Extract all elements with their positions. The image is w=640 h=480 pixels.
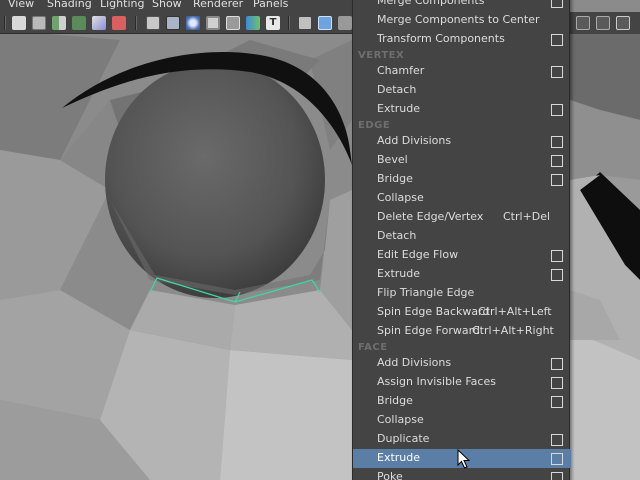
menu-item-add-divisions-edge[interactable]: Add Divisions	[353, 132, 571, 151]
toolbar-separator	[135, 16, 137, 30]
option-box-icon[interactable]	[551, 34, 563, 46]
menu-item-label: Bridge	[377, 172, 413, 185]
layout-single-icon[interactable]	[576, 16, 590, 30]
option-box-icon[interactable]	[551, 250, 563, 262]
menu-item-bridge-edge[interactable]: Bridge	[353, 170, 571, 189]
menu-item-label: Collapse	[377, 413, 424, 426]
menu-view[interactable]: View	[8, 0, 34, 11]
menu-item-label: Merge Components	[377, 0, 485, 7]
menu-item-add-divisions-face[interactable]: Add Divisions	[353, 354, 571, 373]
menu-shading[interactable]: Shading	[47, 0, 92, 11]
smooth-shade-icon[interactable]	[206, 16, 220, 30]
option-box-icon[interactable]	[551, 453, 563, 465]
menu-item-label: Extrude	[377, 102, 421, 115]
option-box-icon[interactable]	[551, 472, 563, 480]
select-camera-icon[interactable]	[12, 16, 26, 30]
menu-item-label: Transform Components	[377, 32, 505, 45]
mouse-cursor-icon	[457, 449, 471, 469]
option-box-icon[interactable]	[551, 104, 563, 116]
2d-pan-zoom-icon[interactable]	[92, 16, 106, 30]
wireframe-icon[interactable]	[186, 16, 200, 30]
option-box-icon[interactable]	[551, 155, 563, 167]
bookmarks-icon[interactable]	[52, 16, 66, 30]
menu-item-detach-vertex[interactable]: Detach	[353, 81, 571, 100]
option-box-icon[interactable]	[551, 377, 563, 389]
menu-item-spin-edge-backward[interactable]: Spin Edge Backward Ctrl+Alt+Left	[353, 303, 571, 322]
menu-show[interactable]: Show	[152, 0, 182, 11]
option-box-icon[interactable]	[551, 174, 563, 186]
menu-item-label: Edit Edge Flow	[377, 248, 459, 261]
menu-item-extrude-vertex[interactable]: Extrude	[353, 100, 571, 119]
menu-item-chamfer[interactable]: Chamfer	[353, 62, 571, 81]
menu-item-label: Duplicate	[377, 432, 430, 445]
option-box-icon[interactable]	[551, 269, 563, 281]
xray-icon[interactable]	[318, 16, 332, 30]
toolbar-separator	[288, 16, 290, 30]
option-box-icon[interactable]	[551, 434, 563, 446]
shortcut-label: Ctrl+Alt+Left	[478, 305, 552, 318]
menu-item-label: Bridge	[377, 394, 413, 407]
panel-toolbar-right	[570, 12, 640, 34]
menu-item-label: Merge Components to Center	[377, 13, 540, 26]
menu-item-flip-triangle-edge[interactable]: Flip Triangle Edge	[353, 284, 571, 303]
menu-item-assign-invisible-faces[interactable]: Assign Invisible Faces	[353, 373, 571, 392]
menu-panels[interactable]: Panels	[253, 0, 288, 11]
shortcut-label: Ctrl+Alt+Right	[472, 324, 554, 337]
menu-item-detach-edge[interactable]: Detach	[353, 227, 571, 246]
camera-attributes-icon[interactable]	[32, 16, 46, 30]
toolbar-separator	[4, 16, 6, 30]
menu-item-label: Poke	[377, 470, 403, 480]
menu-item-label: Assign Invisible Faces	[377, 375, 496, 388]
share-icon[interactable]	[616, 16, 630, 30]
menu-item-label: Detach	[377, 229, 417, 242]
menu-item-label: Delete Edge/Vertex	[377, 210, 484, 223]
menu-item-duplicate[interactable]: Duplicate	[353, 430, 571, 449]
menu-item-extrude-edge[interactable]: Extrude	[353, 265, 571, 284]
option-box-icon[interactable]	[551, 0, 563, 8]
menu-item-edit-edge-flow[interactable]: Edit Edge Flow	[353, 246, 571, 265]
menu-item-poke[interactable]: Poke	[353, 468, 571, 480]
layout-four-icon[interactable]	[596, 16, 610, 30]
lights-icon[interactable]	[246, 16, 260, 30]
menu-item-label: Collapse	[377, 191, 424, 204]
menu-item-label: Add Divisions	[377, 134, 452, 147]
menu-item-collapse-edge[interactable]: Collapse	[353, 189, 571, 208]
grid-icon[interactable]	[146, 16, 160, 30]
isolate-select-icon[interactable]	[298, 16, 312, 30]
menu-item-label: Bevel	[377, 153, 408, 166]
menu-item-label: Add Divisions	[377, 356, 452, 369]
resolution-gate-icon[interactable]: T	[266, 16, 280, 30]
panel-menubar: View Shading Lighting Show Renderer Pane…	[0, 0, 352, 12]
option-box-icon[interactable]	[551, 396, 563, 408]
menu-item-delete-edge-vertex[interactable]: Delete Edge/Vertex Ctrl+Del	[353, 208, 571, 227]
menu-lighting[interactable]: Lighting	[100, 0, 144, 11]
menu-item-collapse-face[interactable]: Collapse	[353, 411, 571, 430]
menu-item-label: Chamfer	[377, 64, 425, 77]
menu-renderer[interactable]: Renderer	[193, 0, 243, 11]
option-box-icon[interactable]	[551, 358, 563, 370]
edit-mesh-menu: Merge Components Merge Components to Cen…	[352, 0, 571, 480]
menu-item-label: Spin Edge Backward	[377, 305, 490, 318]
option-box-icon[interactable]	[551, 66, 563, 78]
menu-item-label: Extrude	[377, 267, 421, 280]
menu-item-spin-edge-forward[interactable]: Spin Edge Forward Ctrl+Alt+Right	[353, 322, 571, 341]
overflow-icon[interactable]	[338, 16, 352, 30]
option-box-icon[interactable]	[551, 136, 563, 148]
shortcut-label: Ctrl+Del	[503, 210, 551, 223]
menu-item-merge-components[interactable]: Merge Components	[353, 0, 571, 11]
film-gate-icon[interactable]	[166, 16, 180, 30]
menu-item-merge-components-to-center[interactable]: Merge Components to Center	[353, 11, 571, 30]
image-plane-icon[interactable]	[72, 16, 86, 30]
menu-item-bevel[interactable]: Bevel	[353, 151, 571, 170]
menu-item-label: Spin Edge Forward	[377, 324, 480, 337]
grease-pencil-icon[interactable]	[112, 16, 126, 30]
menu-item-label: Flip Triangle Edge	[377, 286, 475, 299]
menu-item-label: Extrude	[377, 451, 421, 464]
menu-item-label: Detach	[377, 83, 417, 96]
menu-item-transform-components[interactable]: Transform Components	[353, 30, 571, 49]
menu-item-bridge-face[interactable]: Bridge	[353, 392, 571, 411]
textured-icon[interactable]	[226, 16, 240, 30]
